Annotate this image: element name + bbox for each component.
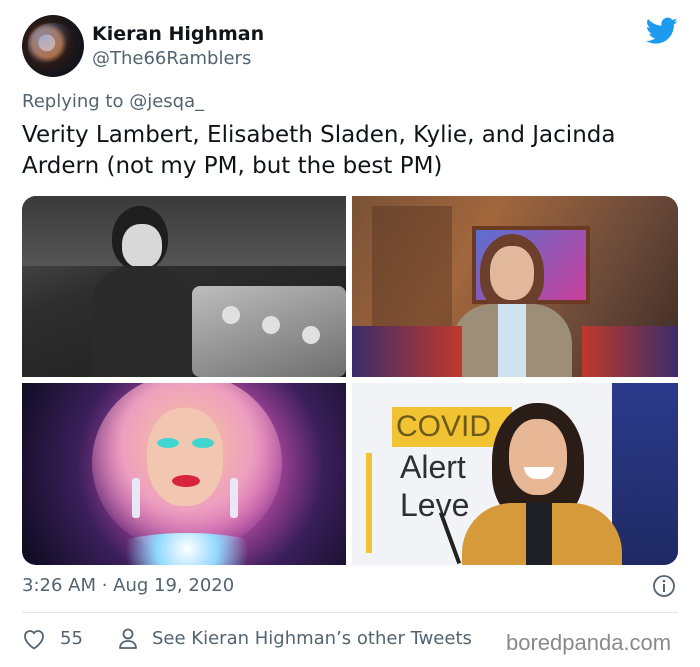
photo-3-eyeshadow	[157, 438, 179, 448]
info-icon[interactable]	[652, 574, 676, 598]
like-count[interactable]: 55	[60, 627, 83, 651]
tweet-text: Verity Lambert, Elisabeth Sladen, Kylie,…	[22, 122, 616, 179]
photo-3-face	[147, 408, 223, 506]
heart-icon[interactable]	[22, 628, 46, 650]
avatar-shine	[28, 23, 78, 69]
photo-4-sign-line-2: Alert	[400, 449, 466, 485]
see-other-tweets-link[interactable]: See Kieran Highman’s other Tweets	[152, 627, 472, 651]
photo-1-background	[22, 196, 346, 266]
photo-1[interactable]	[22, 196, 346, 377]
photo-2[interactable]	[352, 196, 678, 377]
divider	[22, 612, 678, 613]
photo-3-eyeshadow	[192, 438, 214, 448]
photo-4-sign-line-1: COVID	[396, 410, 492, 443]
photo-1-face	[122, 224, 162, 268]
photo-4-sign-line-3: Leve	[400, 487, 470, 523]
watermark: boredpanda.com	[506, 630, 672, 655]
photo-1-dial	[222, 306, 240, 324]
photo-2-face	[490, 246, 534, 300]
photo-3[interactable]	[22, 383, 346, 565]
reply-mention-link[interactable]: @jesqa_	[129, 91, 204, 112]
replying-prefix: Replying to	[22, 91, 130, 112]
photo-1-dial	[302, 326, 320, 344]
photo-1-body	[92, 266, 192, 377]
photo-4-face	[509, 419, 567, 495]
photo-1-dial	[262, 316, 280, 334]
photo-2-shirt	[498, 304, 526, 377]
photo-4-side-panel	[612, 383, 678, 565]
twitter-bird-icon[interactable]	[646, 17, 678, 45]
display-name[interactable]: Kieran Highman	[92, 22, 264, 46]
user-handle[interactable]: @The66Ramblers	[92, 47, 251, 71]
photo-4[interactable]: COVID Alert Leve	[352, 383, 678, 565]
replying-to: Replying to @jesqa_	[22, 90, 204, 114]
photo-3-earring	[132, 478, 140, 518]
photo-4-sign-stripe	[366, 453, 372, 553]
photo-2-console	[352, 326, 462, 377]
photo-3-lips	[172, 475, 200, 487]
photo-3-glow	[112, 533, 262, 565]
tweet-timestamp[interactable]: 3:26 AM · Aug 19, 2020	[22, 574, 234, 598]
media-grid: COVID Alert Leve	[22, 196, 678, 565]
avatar[interactable]	[22, 15, 84, 77]
photo-3-earring	[230, 478, 238, 518]
user-icon	[119, 628, 137, 649]
photo-2-console	[582, 326, 678, 377]
photo-4-top	[526, 503, 552, 565]
